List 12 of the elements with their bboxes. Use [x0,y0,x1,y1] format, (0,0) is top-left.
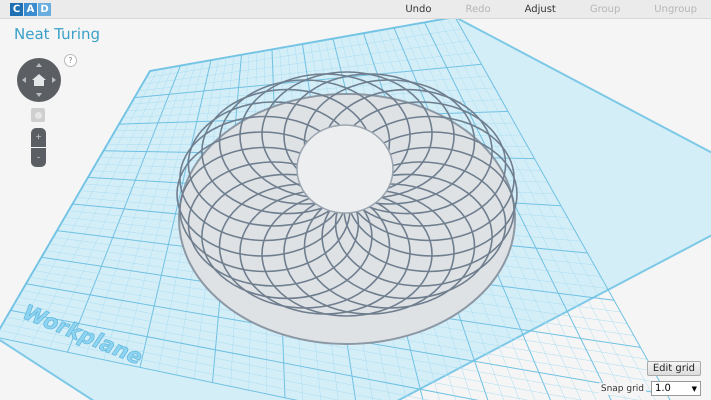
zoom-in-button[interactable]: + [31,128,46,147]
design-title[interactable]: Neat Turing [14,25,100,43]
toolbar-item[interactable]: Undo [405,4,432,14]
zoom-out-button[interactable]: - [31,148,46,167]
logo-letter: C [10,2,23,16]
snap-grid-label: Snap grid [598,382,646,394]
edit-grid-button[interactable]: Edit grid [646,361,701,376]
help-button[interactable]: ? [64,54,77,67]
toolbar-item[interactable]: Adjust [524,4,556,14]
logo-letter: A [24,2,37,16]
logo-letter: D [38,2,51,16]
view-navigation-pad[interactable] [16,57,62,103]
